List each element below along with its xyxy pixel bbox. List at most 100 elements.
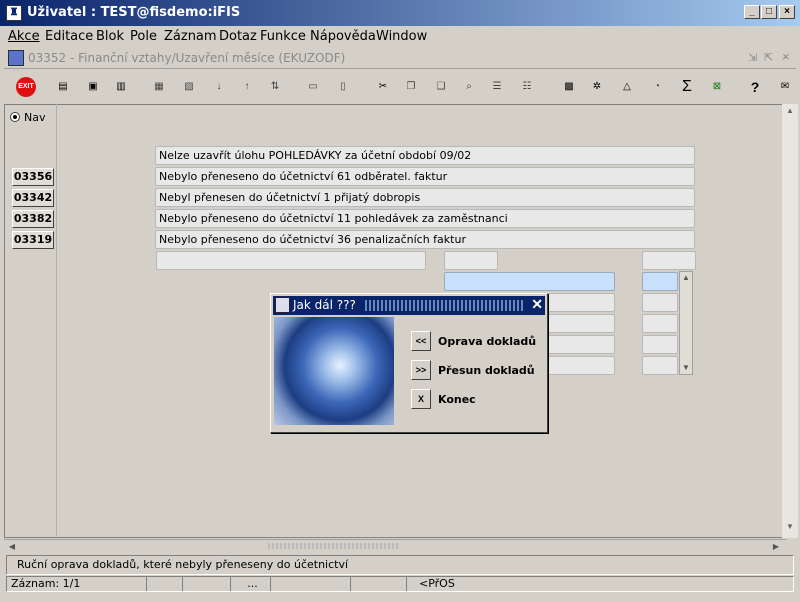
delete-record-icon[interactable]: ▥ [110,76,132,98]
menu-blok[interactable]: Blok [96,29,124,44]
app-icon[interactable]: ♜ [6,5,22,21]
list-icon[interactable]: ▧ [178,76,200,98]
question-icon[interactable]: ? [744,76,766,98]
menu-napoveda[interactable]: Nápověda [310,29,376,44]
grid-field-selected[interactable] [642,272,678,291]
last-icon[interactable]: ☷ [516,76,538,98]
menu-akce[interactable]: Akce [8,29,40,44]
menu-editace-label: Editace [45,29,94,44]
form-title: 03352 - Finanční vztahy/Uzavření měsíce … [28,51,346,65]
form-minimize-icon[interactable]: ⇲ [748,51,757,64]
scroll-up-icon[interactable]: ▲ [680,272,692,284]
form-icon [8,50,24,66]
form-close-icon[interactable]: × [782,49,790,64]
sum-icon[interactable]: Σ [676,76,698,98]
settings-icon[interactable]: ✲ [586,76,608,98]
menu-funkce[interactable]: Funkce [260,29,306,44]
code-button-03356[interactable]: 03356 [12,168,54,186]
oprava-button[interactable]: << [411,331,431,351]
scroll-left-icon[interactable]: ◀ [6,541,18,553]
menu-window[interactable]: Window [376,29,427,44]
close-button[interactable]: × [779,5,795,19]
status-cell [147,577,183,591]
empty-field[interactable] [642,251,696,270]
menu-editace[interactable]: Editace [45,29,93,44]
first-icon[interactable]: ☰ [486,76,508,98]
dialog-title: Jak dál ??? [293,298,356,312]
menu-pole[interactable]: Pole [130,29,157,44]
empty-field[interactable] [444,251,498,270]
form-title-bar: 03352 - Finanční vztahy/Uzavření měsíce … [4,48,796,69]
mail-icon[interactable]: ✉ [774,76,796,98]
record-indicator: Záznam: 1/1 [7,577,147,591]
dialog-close-icon[interactable]: ✕ [531,296,543,313]
calculator-icon[interactable]: ▩ [558,76,580,98]
sort-icon[interactable]: ⇅ [264,76,286,98]
save-record-icon[interactable]: ▣ [82,76,104,98]
form-restore-icon[interactable]: ⇱ [764,51,773,64]
grid-field[interactable] [642,314,678,333]
clock-icon[interactable]: ◔ [646,76,668,98]
konec-label[interactable]: Konec [438,393,476,406]
horizontal-scrollbar[interactable]: ◀ ▶ [4,539,786,554]
menu-blok-label: Blok [96,29,125,44]
vertical-scrollbar[interactable]: ▲ ▼ [782,104,798,538]
status-cell [183,577,231,591]
scroll-down-icon[interactable]: ▼ [784,522,796,536]
code-button-03382[interactable]: 03382 [12,210,54,228]
grid-field-selected[interactable] [444,272,615,291]
search-icon[interactable]: ⌕ [458,76,480,98]
excel-icon[interactable]: ⊠ [706,76,728,98]
grid-field[interactable] [642,335,678,354]
scroll-up-icon[interactable]: ▲ [784,106,796,120]
code-button-03319[interactable]: 03319 [12,231,54,249]
dialog-title-bar: Jak dál ??? ✕ [273,296,545,315]
code-button-03342[interactable]: 03342 [12,189,54,207]
menu-zaznam-label: Záznam [164,29,217,44]
copy-icon[interactable]: ❐ [400,76,422,98]
sort-asc-icon[interactable]: ↓ [208,76,230,98]
presun-button[interactable]: >> [411,360,431,380]
status-ellipsis: ... [231,577,271,591]
menu-window-label: Window [376,29,428,44]
nav-label: Nav [24,111,46,124]
scroll-right-icon[interactable]: ▶ [770,541,782,553]
dialog-jak-dal: Jak dál ??? ✕ << Oprava dokladů >> Přesu… [270,293,548,433]
menu-funkce-label: Funkce [260,29,306,44]
grid-scrollbar[interactable]: ▲ ▼ [679,271,693,375]
nav-radio[interactable] [10,112,20,122]
add-record-icon[interactable]: ▤ [52,76,74,98]
cut-icon[interactable]: ✂ [372,76,394,98]
print-preview-icon[interactable]: ▯ [332,76,354,98]
presun-label[interactable]: Přesun dokladů [438,364,535,377]
empty-field[interactable] [156,251,426,270]
oprava-label[interactable]: Oprava dokladů [438,335,536,348]
menu-dotaz-label: Dotaz [219,29,257,44]
maximize-button[interactable]: □ [761,5,777,19]
title-pattern [365,300,525,311]
menu-zaznam[interactable]: Záznam [164,29,217,44]
header-message: Nelze uzavřít úlohu POHLEDÁVKY za účetní… [155,146,695,165]
grid-field[interactable] [642,356,678,375]
konec-button[interactable]: X [411,389,431,409]
row-message: Nebylo přeneseno do účetnictví 61 odběra… [155,167,695,186]
scroll-down-icon[interactable]: ▼ [680,362,692,374]
chart-icon[interactable]: △ [616,76,638,98]
paste-icon[interactable]: ❏ [430,76,452,98]
mode-indicator: <PřOS [419,577,455,590]
globe-image [274,317,394,425]
grid-field[interactable] [642,293,678,312]
scroll-grip[interactable] [268,543,400,549]
help-icon[interactable]: ▦ [148,76,170,98]
minimize-button[interactable]: _ [744,5,760,19]
status-cell [351,577,407,591]
status-message: Ruční oprava dokladů, které nebyly přene… [6,555,794,575]
toolbar: EXIT ▤ ▣ ▥ ▦ ▧ ↓ ↑ ⇅ ▭ ▯ ✂ ❐ ❏ ⌕ ☰ ☷ ▩ ✲… [0,72,800,102]
dialog-app-icon [275,297,290,313]
menu-napoveda-label: Nápověda [310,29,376,44]
menu-dotaz[interactable]: Dotaz [219,29,257,44]
sort-desc-icon[interactable]: ↑ [236,76,258,98]
exit-icon[interactable]: EXIT [16,77,36,97]
print-icon[interactable]: ▭ [302,76,324,98]
menu-akce-label: Akce [8,29,40,44]
